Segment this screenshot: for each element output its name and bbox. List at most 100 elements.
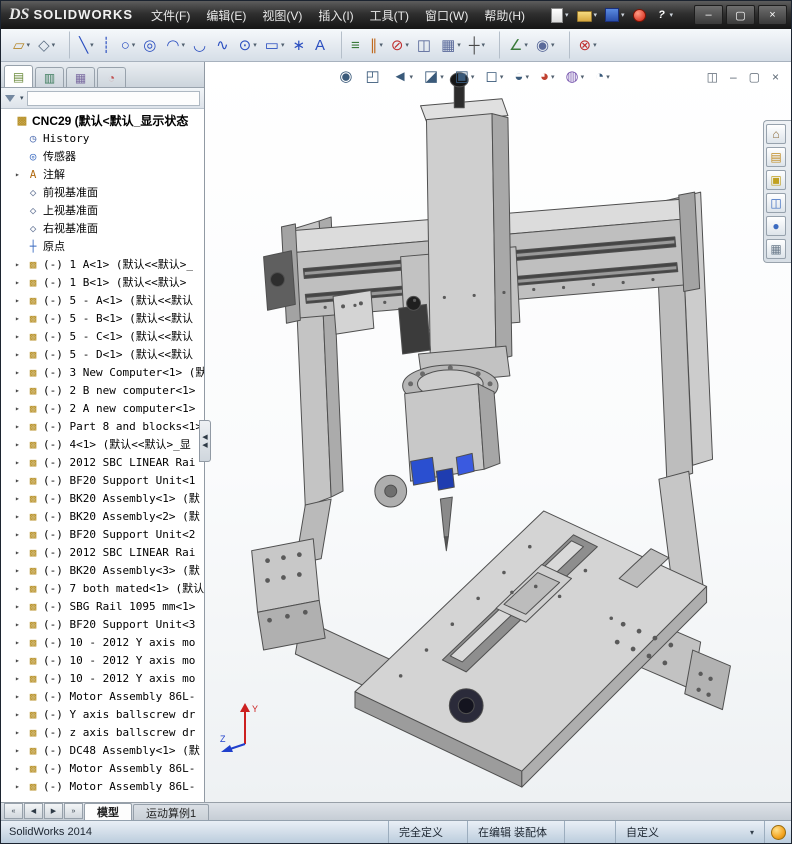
offset-entities-icon[interactable]: ∥ ▾ bbox=[366, 31, 387, 59]
expand-arrow-icon[interactable]: ▸ bbox=[15, 422, 26, 431]
tree-component-item[interactable]: ▸ ▩ (-) BK20 Assembly<1> (默 bbox=[1, 489, 204, 507]
tree-component-item[interactable]: ▸ ▩ (-) BF20 Support Unit<3 bbox=[1, 615, 204, 633]
expand-arrow-icon[interactable]: ▸ bbox=[15, 314, 26, 323]
sketch-icon[interactable]: ▱ ▾ bbox=[9, 31, 34, 59]
cnc-model-canvas[interactable] bbox=[205, 62, 791, 802]
doc-close-icon[interactable]: × bbox=[772, 70, 779, 84]
menu-item[interactable]: 视图(V) bbox=[254, 3, 310, 28]
expand-arrow-icon[interactable]: ▸ bbox=[15, 368, 26, 377]
expand-arrow-icon[interactable]: ▸ bbox=[15, 674, 26, 683]
expand-arrow-icon[interactable]: ▸ bbox=[15, 764, 26, 773]
expand-arrow-icon[interactable]: ▸ bbox=[15, 404, 26, 413]
minimize-button[interactable]: – bbox=[694, 5, 723, 25]
tree-component-item[interactable]: ▸ ▩ (-) Motor Assembly 86L- bbox=[1, 759, 204, 777]
section-view-icon[interactable]: ◪ ▾ bbox=[421, 67, 447, 86]
tree-filter-input[interactable] bbox=[26, 90, 200, 106]
centerline-icon[interactable]: ┊ bbox=[98, 31, 117, 59]
first-tab-button[interactable]: « bbox=[4, 803, 23, 819]
expand-arrow-icon[interactable]: ▸ bbox=[15, 584, 26, 593]
ellipse-icon[interactable]: ⊙ ▾ bbox=[235, 31, 261, 59]
tree-item[interactable]: ┼ 原点 bbox=[1, 237, 204, 255]
hide-show-items-icon[interactable]: ◒ ▾ bbox=[511, 67, 532, 86]
expand-arrow-icon[interactable]: ▸ bbox=[15, 782, 26, 791]
close-button[interactable]: × bbox=[758, 5, 787, 25]
tree-component-item[interactable]: ▸ ▩ (-) 7 both mated<1> (默认 bbox=[1, 579, 204, 597]
graphics-viewport[interactable]: ◉ ◰ ◄ ▾ ◪ ▾ ▣ ▾ ◻ ▾ ◒ ▾ ◕ ▾ ◍ ▾ ◔ ▾ ◫ – … bbox=[205, 62, 791, 802]
panel-collapse-handle[interactable]: ◀ ◀ bbox=[199, 420, 211, 462]
tree-component-item[interactable]: ▸ ▩ (-) BK20 Assembly<3> (默 bbox=[1, 561, 204, 579]
expand-arrow-icon[interactable]: ▸ bbox=[15, 494, 26, 503]
edit-appearance-icon[interactable]: ◕ ▾ bbox=[537, 67, 558, 86]
tree-component-item[interactable]: ▸ ▩ (-) SBG Rail 1095 mm<1> bbox=[1, 597, 204, 615]
open-icon[interactable]: ▾ bbox=[575, 5, 600, 25]
centerpoint-arc-icon[interactable]: ◠ ▾ bbox=[162, 31, 189, 59]
design-library-icon[interactable]: ▤ bbox=[766, 147, 786, 167]
custom-properties-icon[interactable]: ▦ bbox=[766, 239, 786, 259]
dimxpert-tab[interactable]: ◔ bbox=[97, 67, 126, 87]
tree-component-item[interactable]: ▸ ▩ (-) 5 - C<1> (默认<<默认 bbox=[1, 327, 204, 345]
new-document-icon[interactable]: ▾ bbox=[549, 5, 571, 25]
expand-arrow-icon[interactable]: ▸ bbox=[15, 638, 26, 647]
status-custom-selector[interactable]: 自定义 ▾ bbox=[615, 821, 764, 843]
tree-component-item[interactable]: ▸ ▩ (-) 2012 SBC LINEAR Rai bbox=[1, 543, 204, 561]
tree-component-item[interactable]: ▸ ▩ (-) 5 - D<1> (默认<<默认 bbox=[1, 345, 204, 363]
mirror-entities-icon[interactable]: ◫ bbox=[413, 31, 437, 59]
expand-arrow-icon[interactable]: ▸ bbox=[15, 260, 26, 269]
expand-arrow-icon[interactable]: ▸ bbox=[15, 332, 26, 341]
expand-arrow-icon[interactable]: ▸ bbox=[15, 656, 26, 665]
trim-entities-icon[interactable]: ⊘ ▾ bbox=[387, 31, 413, 59]
tree-component-item[interactable]: ▸ ▩ (-) BF20 Support Unit<2 bbox=[1, 525, 204, 543]
view-palette-icon[interactable]: ◫ bbox=[766, 193, 786, 213]
display-relations-icon[interactable]: ∠ ▾ bbox=[498, 31, 532, 59]
configurationmanager-tab[interactable]: ▦ bbox=[66, 67, 95, 87]
expand-arrow-icon[interactable]: ▸ bbox=[15, 350, 26, 359]
previous-view-icon[interactable]: ◄ ▾ bbox=[390, 67, 416, 86]
move-entities-icon[interactable]: ┼ ▾ bbox=[465, 31, 489, 59]
document-tab[interactable]: 模型 bbox=[84, 803, 132, 820]
tree-component-item[interactable]: ▸ ▩ (-) z axis ballscrew dr bbox=[1, 723, 204, 741]
tree-component-item[interactable]: ▸ ▩ (-) 1 B<1> (默认<<默认> bbox=[1, 273, 204, 291]
menu-item[interactable]: 窗口(W) bbox=[417, 3, 476, 28]
doc-minimize-icon[interactable]: – bbox=[730, 70, 737, 84]
document-tab[interactable]: 运动算例1 bbox=[133, 804, 210, 820]
circle-icon[interactable]: ○ ▾ bbox=[117, 31, 140, 59]
tree-item[interactable]: ◎ 传感器 bbox=[1, 147, 204, 165]
tree-component-item[interactable]: ▸ ▩ (-) Y axis ballscrew dr bbox=[1, 705, 204, 723]
expand-arrow-icon[interactable]: ▸ bbox=[15, 746, 26, 755]
expand-arrow-icon[interactable]: ▸ bbox=[15, 440, 26, 449]
view-orientation-icon[interactable]: ▣ ▾ bbox=[452, 67, 478, 86]
pane-split-icon[interactable]: ◫ bbox=[707, 70, 718, 84]
menu-item[interactable]: 文件(F) bbox=[143, 3, 198, 28]
filter-funnel-icon[interactable] bbox=[5, 94, 15, 102]
tree-component-item[interactable]: ▸ ▩ (-) BK20 Assembly<2> (默 bbox=[1, 507, 204, 525]
rebuild-icon[interactable] bbox=[631, 5, 650, 25]
expand-arrow-icon[interactable]: ▸ bbox=[15, 620, 26, 629]
tree-component-item[interactable]: ▸ ▩ (-) BF20 Support Unit<1 bbox=[1, 471, 204, 489]
tree-item[interactable]: ◇ 右视基准面 bbox=[1, 219, 204, 237]
expand-arrow-icon[interactable]: ▸ bbox=[15, 566, 26, 575]
tree-component-item[interactable]: ▸ ▩ (-) 10 - 2012 Y axis mo bbox=[1, 633, 204, 651]
tree-root-assembly[interactable]: ▩ CNC29 (默认<默认_显示状态 bbox=[1, 111, 204, 129]
expand-arrow-icon[interactable]: ▸ bbox=[15, 530, 26, 539]
convert-entities-icon[interactable]: ≡ bbox=[341, 31, 366, 59]
next-tab-button[interactable]: ▶ bbox=[44, 803, 63, 819]
restore-button[interactable]: ▢ bbox=[726, 5, 755, 25]
expand-arrow-icon[interactable]: ▸ bbox=[15, 710, 26, 719]
expand-arrow-icon[interactable]: ▸ bbox=[15, 728, 26, 737]
help-status-icon[interactable] bbox=[764, 821, 791, 843]
line-icon[interactable]: ╲ ▾ bbox=[69, 31, 98, 59]
menu-item[interactable]: 工具(T) bbox=[362, 3, 417, 28]
home-icon[interactable]: ⌂ bbox=[766, 124, 786, 144]
filter-caret-icon[interactable]: ▾ bbox=[20, 94, 24, 102]
spline-icon[interactable]: ∿ bbox=[212, 31, 235, 59]
display-style-icon[interactable]: ◻ ▾ bbox=[482, 67, 506, 86]
tree-component-item[interactable]: ▸ ▩ (-) 2 A new computer<1> ( bbox=[1, 399, 204, 417]
save-icon[interactable]: ▾ bbox=[603, 5, 627, 25]
expand-arrow-icon[interactable]: ▸ bbox=[15, 512, 26, 521]
expand-arrow-icon[interactable]: ▸ bbox=[15, 296, 26, 305]
point-icon[interactable]: ∗ bbox=[288, 31, 311, 59]
zoom-to-area-icon[interactable]: ◰ bbox=[362, 67, 384, 86]
text-icon[interactable]: A bbox=[311, 31, 331, 59]
tree-component-item[interactable]: ▸ ▩ (-) 2 B new computer<1> ( bbox=[1, 381, 204, 399]
last-tab-button[interactable]: » bbox=[64, 803, 83, 819]
